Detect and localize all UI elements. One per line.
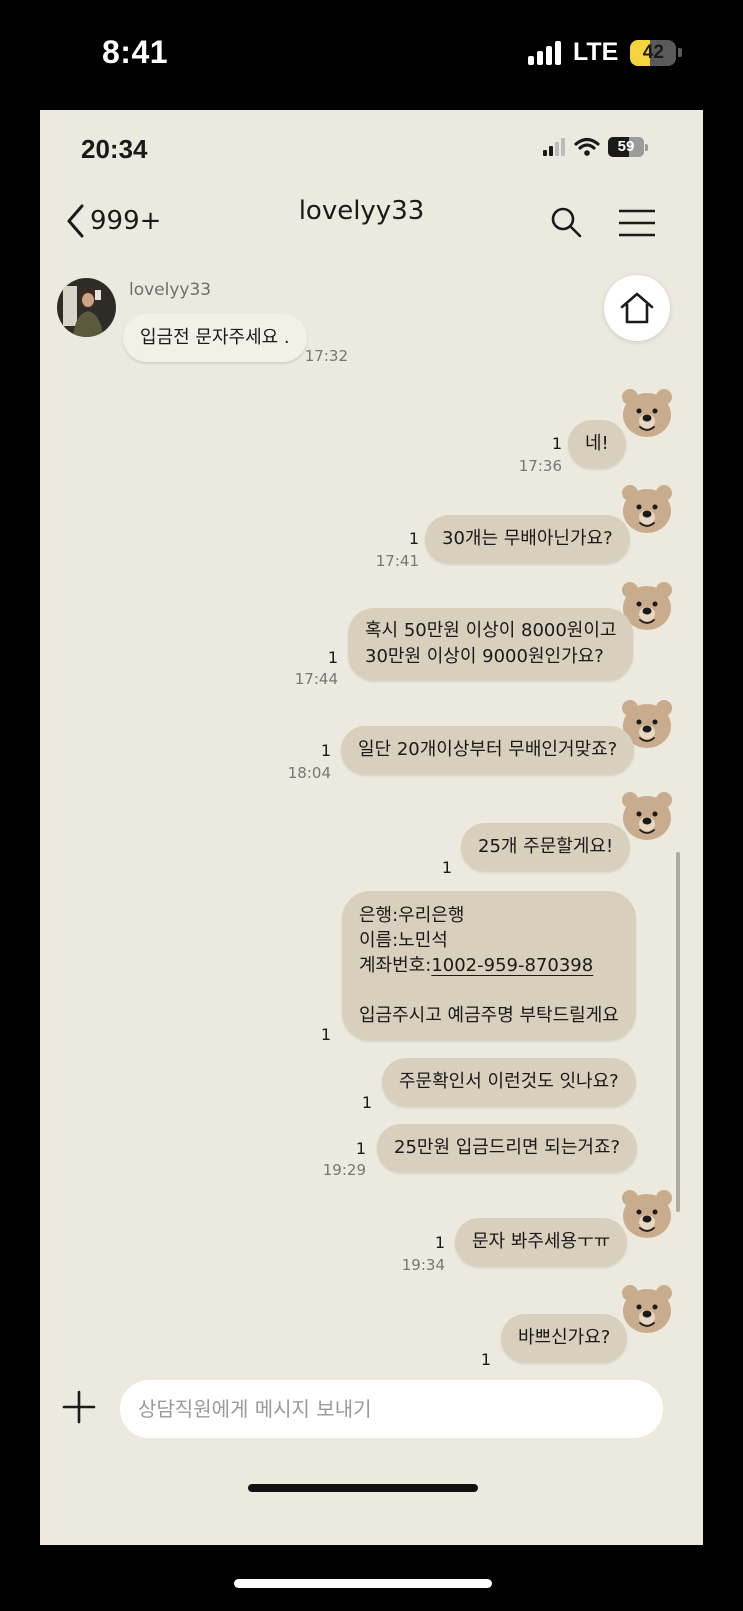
- message-text-line: 30만원 이상이 9000원인가요?: [365, 646, 604, 667]
- unread-indicator: 1: [320, 741, 331, 760]
- unread-indicator: 1: [355, 1139, 366, 1158]
- message-bubble[interactable]: 입금전 문자주세요 .: [123, 314, 307, 362]
- message-text-line: 입금주시고 예금주명 부탁드릴게요: [359, 1005, 619, 1026]
- message-bubble[interactable]: 30개는 무배아닌가요?: [425, 515, 630, 563]
- unread-indicator: 1: [441, 858, 452, 877]
- bear-avatar-icon: [622, 1285, 672, 1333]
- message-input[interactable]: [120, 1380, 663, 1438]
- message-text-line: 계좌번호:1002-959-870398: [359, 953, 619, 978]
- message-text-line: 은행:우리은행: [359, 905, 465, 926]
- menu-button[interactable]: [618, 208, 656, 242]
- message-text: 네!: [585, 433, 609, 454]
- message-text: 주문확인서 이런것도 잇나요?: [399, 1071, 619, 1092]
- message-bubble[interactable]: 주문확인서 이런것도 잇나요?: [382, 1058, 636, 1106]
- message-text: 일단 20개이상부터 무배인거맞죠?: [358, 739, 618, 760]
- message-bubble[interactable]: 문자 봐주세용ㅜㅠ: [455, 1218, 628, 1266]
- message-bubble[interactable]: 25개 주문할게요!: [461, 823, 631, 871]
- message-text: 25개 주문할게요!: [478, 836, 614, 857]
- network-type: LTE: [573, 38, 619, 66]
- message-text: 25만원 입금드리면 되는거죠?: [394, 1137, 621, 1158]
- chat-screen: 20:34 59 999+ lovelyy33 lovelyy33 입금전 문자…: [40, 110, 703, 1545]
- unread-indicator: 1: [551, 434, 562, 453]
- bear-avatar-icon: [622, 792, 672, 840]
- message-bubble[interactable]: 은행:우리은행 이름:노민석 계좌번호:1002-959-870398 입금주시…: [342, 891, 636, 1040]
- message-text-line: 이름:노민석: [359, 930, 448, 951]
- wifi-icon: [574, 137, 600, 156]
- search-button[interactable]: [550, 206, 582, 242]
- message-text: 바쁘신가요?: [518, 1327, 611, 1348]
- message-time: 17:36: [518, 457, 562, 475]
- message-text: 문자 봐주세용ㅜㅠ: [472, 1231, 611, 1252]
- unread-indicator: 1: [320, 1025, 331, 1044]
- message-text-line: 혹시 50만원 이상이 8000원이고: [365, 620, 617, 641]
- message-bubble[interactable]: 네!: [568, 420, 626, 468]
- inner-signal-icon: [543, 138, 565, 156]
- bear-avatar-icon: [622, 1190, 672, 1238]
- account-label: 계좌번호:: [359, 955, 432, 976]
- message-time: 19:29: [322, 1161, 366, 1179]
- inner-home-indicator[interactable]: [248, 1484, 478, 1492]
- attach-button[interactable]: [62, 1390, 96, 1428]
- bear-avatar-icon: [622, 389, 672, 437]
- sender-name: lovelyy33: [129, 280, 212, 300]
- message-time: 17:41: [375, 552, 419, 570]
- inner-status-icons: 59: [543, 137, 648, 157]
- message-bubble[interactable]: 바쁘신가요?: [501, 1314, 628, 1362]
- message-text: 30개는 무배아닌가요?: [442, 528, 613, 549]
- message-bubble[interactable]: 25만원 입금드리면 되는거죠?: [377, 1124, 638, 1172]
- message-text: 입금전 문자주세요 .: [140, 327, 290, 348]
- menu-icon: [619, 209, 655, 237]
- unread-indicator: 1: [434, 1233, 445, 1252]
- battery-percent: 42: [642, 41, 664, 63]
- unread-indicator: 1: [327, 648, 338, 667]
- chat-title: lovelyy33: [298, 196, 425, 226]
- inner-clock: 20:34: [81, 134, 148, 164]
- home-indicator[interactable]: [234, 1579, 492, 1588]
- inner-battery-percent: 59: [617, 138, 635, 155]
- inner-battery-icon: 59: [608, 137, 644, 157]
- plus-icon: [62, 1390, 96, 1424]
- home-icon: [620, 292, 654, 324]
- message-time: 17:44: [294, 670, 338, 688]
- scrollbar[interactable]: [676, 852, 680, 1212]
- contact-avatar[interactable]: [57, 278, 116, 337]
- unread-indicator: 1: [408, 529, 419, 548]
- home-button[interactable]: [604, 275, 670, 341]
- message-bubble[interactable]: 일단 20개이상부터 무배인거맞죠?: [341, 726, 635, 774]
- outer-status-icons: LTE 42: [528, 38, 683, 67]
- search-icon: [551, 207, 582, 238]
- unread-indicator: 1: [480, 1350, 491, 1369]
- message-bubble[interactable]: 혹시 50만원 이상이 8000원이고 30만원 이상이 9000원인가요?: [348, 608, 634, 680]
- message-time: 17:32: [304, 347, 348, 365]
- account-number-link[interactable]: 1002-959-870398: [431, 955, 593, 976]
- unread-indicator: 1: [361, 1093, 372, 1112]
- outer-status-bar: 8:41 LTE 42: [0, 0, 743, 110]
- message-composer: [40, 1372, 703, 1445]
- battery-icon: 42: [630, 39, 677, 66]
- outer-clock: 8:41: [102, 34, 169, 70]
- cellular-signal-icon: [528, 40, 561, 65]
- message-time: 19:34: [401, 1256, 445, 1274]
- message-time: 18:04: [287, 764, 331, 782]
